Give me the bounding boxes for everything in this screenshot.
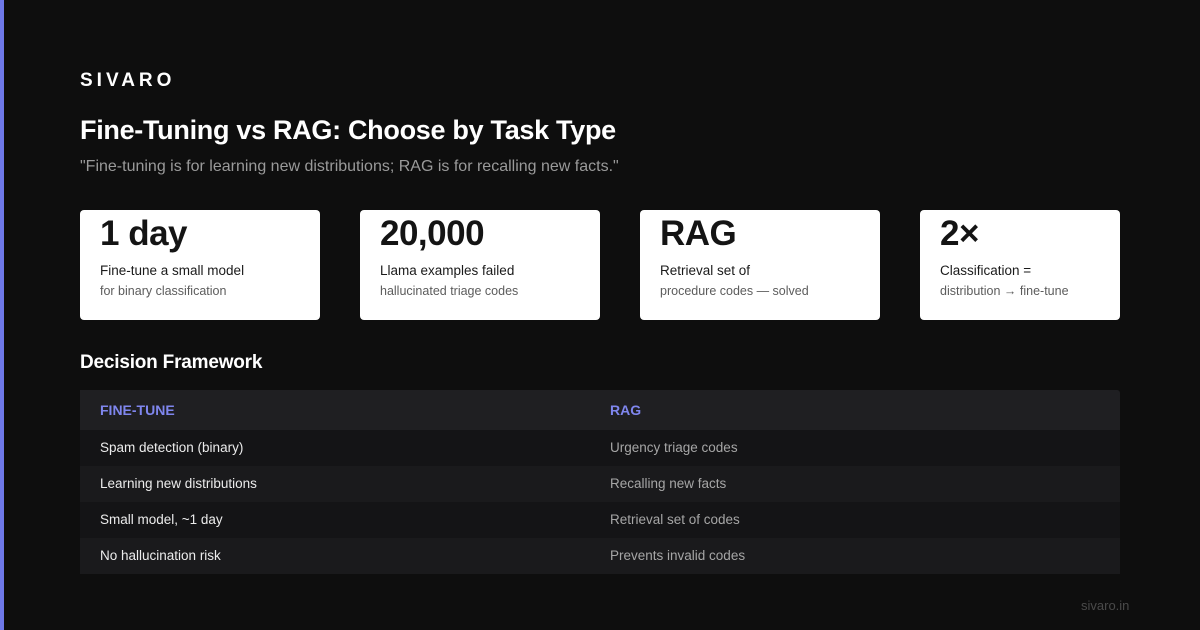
stat-value: 20,000 (380, 214, 485, 253)
table-cell-fine-tune: Learning new distributions (100, 476, 257, 491)
stat-sublabel: for binary classification (100, 284, 227, 298)
stat-card: 1 day Fine-tune a small model for binary… (80, 210, 320, 320)
table-cell-rag: Recalling new facts (610, 476, 727, 491)
stat-card: 2× Classification = distribution → fine-… (920, 210, 1120, 320)
accent-bar (0, 0, 4, 630)
table-cell-rag: Urgency triage codes (610, 440, 738, 455)
table-row: No hallucination risk Prevents invalid c… (80, 538, 1120, 574)
table-cell-fine-tune: No hallucination risk (100, 548, 221, 563)
table-header-row: FINE-TUNE RAG (80, 390, 1120, 430)
page-subtitle-quote: "Fine-tuning is for learning new distrib… (80, 158, 619, 175)
column-header-rag: RAG (590, 390, 1120, 430)
stat-label: Retrieval set of (660, 263, 751, 278)
decision-table: FINE-TUNE RAG Spam detection (binary) Ur… (80, 390, 1120, 574)
stat-card: RAG Retrieval set of procedure codes — s… (640, 210, 880, 320)
stat-label: Llama examples failed (380, 263, 515, 278)
stat-card: 20,000 Llama examples failed hallucinate… (360, 210, 600, 320)
stat-sublabel: procedure codes — solved (660, 284, 809, 298)
stat-sublabel: hallucinated triage codes (380, 284, 519, 298)
stat-label: Fine-tune a small model (100, 263, 245, 278)
table-row: Spam detection (binary) Urgency triage c… (80, 430, 1120, 466)
page-title: Fine-Tuning vs RAG: Choose by Task Type (80, 115, 616, 145)
stat-value: 2× (940, 214, 979, 253)
table-cell-rag: Prevents invalid codes (610, 548, 746, 563)
table-cell-rag: Retrieval set of codes (610, 512, 740, 527)
table-row: Learning new distributions Recalling new… (80, 466, 1120, 502)
stat-value: RAG (660, 214, 737, 253)
footer-url: sivaro.in (1081, 598, 1130, 613)
stat-label: Classification = (940, 263, 1032, 278)
column-header-fine-tune: FINE-TUNE (80, 390, 590, 430)
section-title: Decision Framework (80, 352, 263, 373)
stat-sublabel: distribution → fine-tune (940, 284, 1069, 298)
table-cell-fine-tune: Spam detection (binary) (100, 440, 244, 455)
table-cell-fine-tune: Small model, ~1 day (100, 512, 223, 527)
table-row: Small model, ~1 day Retrieval set of cod… (80, 502, 1120, 538)
brand-logo: SIVARO (80, 70, 176, 91)
stat-value: 1 day (100, 214, 188, 253)
